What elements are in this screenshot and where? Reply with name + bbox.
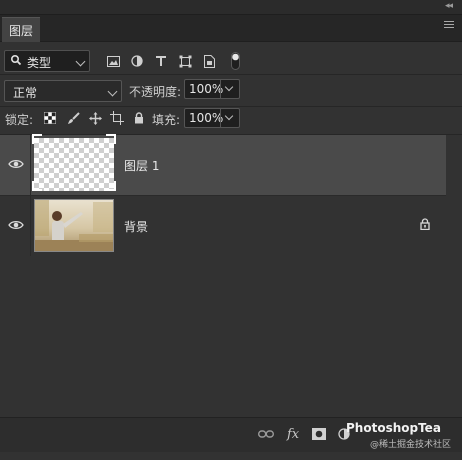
opacity-dropdown[interactable] (220, 80, 239, 98)
type-filter-icon[interactable] (153, 53, 169, 69)
fill-dropdown[interactable] (220, 109, 239, 127)
layer-style-fx-icon[interactable]: fx (287, 426, 299, 442)
chevron-down-icon (224, 82, 234, 92)
watermark-title: PhotoshopTea (346, 421, 441, 435)
panel-top-strip: ◂◂ (0, 0, 462, 15)
shape-filter-icon[interactable] (177, 53, 193, 69)
blend-mode-label: 正常 (13, 86, 38, 100)
chevron-down-icon (75, 56, 86, 67)
panel-menu-icon[interactable] (444, 21, 454, 33)
layer-row-layer1[interactable]: 图层 1 (0, 134, 446, 195)
fill-label: 填充: (152, 113, 181, 127)
lock-label: 锁定: (5, 113, 34, 127)
layer-thumbnail-photo (34, 199, 114, 252)
chevron-down-icon (224, 111, 234, 121)
filter-kind-label: 类型 (27, 56, 52, 70)
eye-icon[interactable] (8, 218, 24, 232)
opacity-label: 不透明度: (129, 85, 182, 99)
opacity-input[interactable]: 100% (184, 79, 240, 99)
layer-name[interactable]: 图层 1 (124, 157, 159, 174)
selection-bracket (32, 134, 116, 191)
link-layers-icon[interactable] (258, 426, 274, 442)
blend-mode-select[interactable]: 正常 (4, 80, 122, 102)
layer-row-background[interactable]: 背景 (0, 195, 446, 256)
lock-image-pixels-icon[interactable] (66, 111, 80, 125)
fill-input[interactable]: 100% (184, 108, 240, 128)
lock-artboard-icon[interactable] (110, 111, 124, 125)
layer-name[interactable]: 背景 (124, 218, 148, 235)
fill-value: 100% (189, 111, 224, 125)
smart-object-filter-icon[interactable] (201, 53, 217, 69)
chevron-down-icon (107, 86, 118, 97)
image-filter-icon[interactable] (105, 53, 121, 69)
panel-bottom-bar: fx PhotoshopTea @稀土掘金技术社区 (0, 417, 462, 452)
panel-tab-bar: 图层 (0, 15, 462, 42)
adjustment-filter-icon[interactable] (129, 53, 145, 69)
lock-position-icon[interactable] (88, 111, 102, 125)
search-icon (10, 54, 22, 69)
tab-layers[interactable]: 图层 (2, 17, 40, 42)
layers-panel: 类型 正常 不透明度: 100% 锁定: 填充: 100% 图层 1 背景 (0, 42, 462, 460)
collapse-panel-icon[interactable]: ◂◂ (445, 1, 453, 11)
layer-lock-icon[interactable] (420, 218, 430, 233)
filter-toggle-switch[interactable] (231, 52, 240, 70)
watermark-subtitle: @稀土掘金技术社区 (370, 440, 452, 450)
add-mask-icon[interactable] (312, 426, 326, 442)
filter-kind-select[interactable]: 类型 (4, 50, 90, 72)
opacity-value: 100% (189, 82, 224, 96)
lock-transparent-pixels-icon[interactable] (43, 111, 57, 125)
lock-all-icon[interactable] (132, 111, 146, 125)
eye-icon[interactable] (8, 157, 24, 171)
